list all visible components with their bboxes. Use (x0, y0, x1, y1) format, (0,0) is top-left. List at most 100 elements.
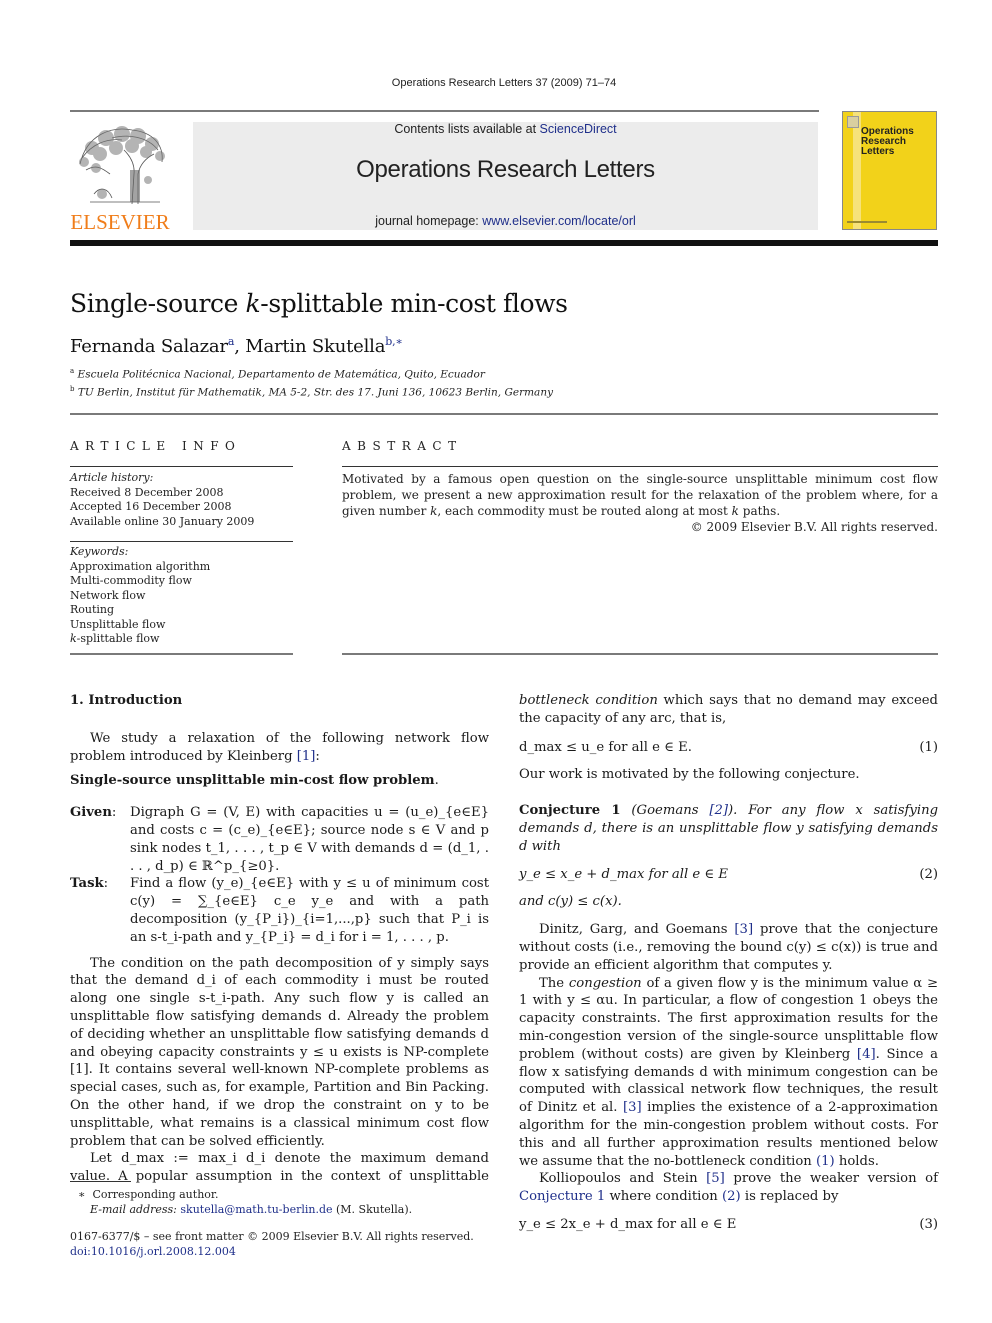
title-k: k (245, 289, 261, 318)
abstract-k: k (731, 504, 739, 518)
task-text: Find a flow (y_e)_{e∈E} with y ≤ u of mi… (130, 876, 489, 945)
keyword-item: k-splittable flow (70, 632, 293, 647)
equation-2: y_e ≤ x_e + d_max for all e ∈ E (2) (519, 866, 938, 884)
history-item: Available online 30 January 2009 (70, 514, 255, 528)
abstract-body: Motivated by a famous open question on t… (342, 471, 938, 535)
sciencedirect-link[interactable]: ScienceDirect (540, 122, 617, 136)
homepage-prefix: journal homepage: (375, 214, 483, 228)
problem-title-text: Single-source unsplittable min-cost flow… (70, 773, 435, 789)
conjecture-link[interactable]: Conjecture 1 (519, 1189, 605, 1204)
citation-link[interactable]: [1] (297, 749, 316, 764)
running-header: Operations Research Letters 37 (2009) 71… (391, 77, 617, 89)
right-column: bottleneck condition which says that no … (519, 692, 938, 1234)
email-link[interactable]: skutella@math.tu-berlin.de (180, 1203, 332, 1216)
task-block: Task: Find a flow (y_e)_{e∈E} with y ≤ u… (70, 875, 489, 946)
paragraph: We study a relaxation of the following n… (70, 730, 489, 766)
conjecture-end: and c(y) ≤ c(x). (519, 894, 622, 910)
footnote-rule (70, 1181, 131, 1182)
equation-number: (3) (919, 1216, 938, 1232)
abstract-heading: ABSTRACT (342, 439, 463, 453)
doi-link[interactable]: doi:10.1016/j.orl.2008.12.004 (70, 1245, 236, 1258)
history-item: Received 8 December 2008 (70, 485, 224, 499)
cover-stripe (853, 112, 861, 229)
email-suffix: (M. Skutella). (332, 1203, 413, 1216)
cover-logo-icon (847, 116, 859, 128)
abstract-text: paths. (738, 504, 781, 518)
problem-title: Single-source unsplittable min-cost flow… (70, 773, 439, 789)
equation-text: y_e ≤ 2x_e + d_max for all e ∈ E (519, 1216, 737, 1232)
history-label: Article history: (70, 471, 154, 484)
abstract-text: , each commodity must be routed along at… (437, 504, 732, 518)
equation-link[interactable]: (1) (816, 1154, 835, 1169)
article-info-rule (70, 466, 293, 467)
paragraph: The condition on the path decomposition … (70, 955, 489, 1149)
affiliation-text: TU Berlin, Institut für Mathematik, MA 5… (77, 386, 554, 399)
section-heading: 1. Introduction (70, 693, 183, 708)
abstract-copyright: © 2009 Elsevier B.V. All rights reserved… (690, 520, 938, 534)
issn-line: 0167-6377/$ – see front matter © 2009 El… (70, 1230, 474, 1243)
author-separator: , (234, 336, 246, 357)
left-column: 1. Introduction We study a relaxation of… (70, 692, 489, 1186)
equation-number: (1) (919, 739, 938, 755)
affiliation: a Escuela Politécnica Nacional, Departam… (70, 367, 485, 381)
equation-3: y_e ≤ 2x_e + d_max for all e ∈ E (3) (519, 1216, 938, 1234)
paragraph: Kolliopoulos and Stein [5] prove the wea… (519, 1171, 938, 1205)
keywords: Keywords: Approximation algorithm Multi-… (70, 545, 293, 647)
given-block: Given: Digraph G = (V, E) with capacitie… (70, 804, 489, 875)
journal-cover[interactable]: Operations Research Letters (842, 111, 937, 230)
author-list: Fernanda Salazara, Martin Skutellab,∗ (70, 335, 403, 357)
citation-link[interactable]: [3] (734, 922, 753, 937)
equation-number: (2) (919, 866, 938, 882)
history-item: Accepted 16 December 2008 (70, 500, 232, 513)
title-text: Single-source (70, 289, 246, 318)
article-title: Single-source k-splittable min-cost flow… (70, 289, 568, 318)
equation-1: d_max ≤ u_e for all e ∈ E. (1) (519, 739, 938, 757)
task-label: Task: (70, 876, 109, 892)
cover-footer (847, 221, 887, 223)
citation-link[interactable]: [4] (857, 1047, 876, 1062)
paragraph: The congestion of a given flow y is the … (519, 975, 939, 1169)
title-text: -splittable min-cost flows (260, 289, 568, 318)
affiliation-marker[interactable]: b,∗ (385, 335, 403, 348)
citation-link[interactable]: [2] (709, 803, 728, 818)
affiliation-text: Escuela Politécnica Nacional, Departamen… (77, 368, 485, 381)
paragraph-text: : (315, 748, 320, 764)
homepage-link[interactable]: www.elsevier.com/locate/orl (482, 214, 636, 228)
homepage-line: journal homepage: www.elsevier.com/locat… (193, 214, 818, 228)
keyword-text: -splittable flow (76, 632, 160, 645)
equation-text: d_max ≤ u_e for all e ∈ E. (519, 739, 692, 755)
keywords-label: Keywords: (70, 545, 129, 558)
article-history: Article history: Received 8 December 200… (70, 471, 293, 529)
section-rule (70, 413, 938, 415)
article-info-heading: ARTICLE INFO (70, 439, 242, 453)
conjecture: Conjecture 1 (Goemans [2]). For any flow… (519, 803, 939, 854)
abstract-rule (342, 653, 938, 655)
paragraph-text: We study a relaxation of the following n… (70, 730, 489, 764)
elsevier-wordmark: ELSEVIER (70, 210, 170, 234)
email-label: E-mail address: (90, 1203, 177, 1216)
banner-rule (70, 240, 938, 246)
author-name[interactable]: Martin Skutella (245, 336, 385, 357)
footnote-text: Corresponding author. (92, 1188, 219, 1201)
cover-title: Operations Research Letters (861, 127, 914, 157)
contents-prefix: Contents lists available at (394, 122, 540, 136)
paragraph: Dinitz, Garg, and Goemans [3] prove that… (519, 922, 939, 973)
paragraph: Let d_max := max_i d_i denote the maximu… (70, 1151, 489, 1185)
paragraph: bottleneck condition which says that no … (519, 693, 938, 726)
given-text: Digraph G = (V, E) with capacities u = (… (130, 805, 489, 874)
elsevier-logo[interactable]: ELSEVIER (70, 122, 170, 234)
author-name[interactable]: Fernanda Salazar (70, 336, 228, 357)
contents-line: Contents lists available at ScienceDirec… (193, 122, 818, 136)
header-rule (70, 110, 819, 112)
journal-title: Operations Research Letters (356, 156, 655, 183)
equation-link[interactable]: (2) (722, 1189, 741, 1204)
citation-link[interactable]: [3] (623, 1100, 642, 1115)
affiliation-marker: b (70, 385, 75, 393)
article-info-rule (70, 541, 293, 542)
citation-link[interactable]: [5] (706, 1171, 725, 1186)
keyword-item: Network flow (70, 588, 146, 602)
footnote-marker: ∗ (78, 1188, 86, 1201)
paragraph: Our work is motivated by the following c… (519, 767, 860, 783)
article-info-rule (70, 653, 293, 655)
keyword-item: Multi-commodity flow (70, 574, 192, 587)
